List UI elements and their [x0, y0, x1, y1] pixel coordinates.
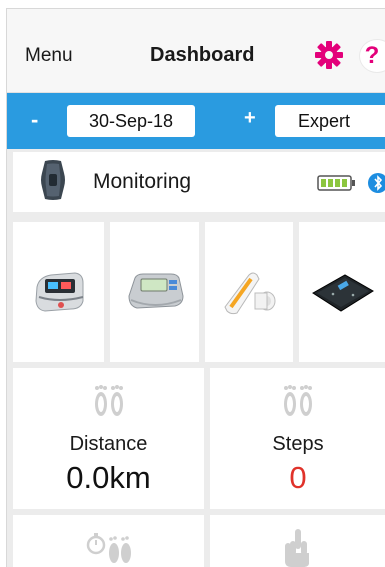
monitoring-row[interactable]: Monitoring [13, 152, 385, 212]
weighing-scale-icon [311, 274, 374, 312]
monitoring-label: Monitoring [93, 170, 192, 193]
footprints-icon [284, 385, 312, 416]
help-button[interactable]: ? [359, 39, 385, 73]
date-bar: - 30-Sep-18 + Expert [7, 93, 385, 149]
previous-day-button[interactable]: - [31, 107, 38, 133]
app-frame: Menu Dashboard ? - 30-Sep-18 + Expert Mo… [6, 8, 385, 567]
bluetooth-icon [368, 173, 385, 193]
distance-label: Distance [69, 433, 148, 455]
device-weighing-scale[interactable] [299, 222, 385, 362]
spirometer-icon [224, 272, 276, 315]
date-selector[interactable]: 30-Sep-18 [67, 105, 195, 137]
hand-icon [285, 529, 309, 567]
page-title: Dashboard [150, 44, 255, 66]
steps-label: Steps [272, 433, 324, 455]
next-day-button[interactable]: + [244, 107, 256, 130]
pulse-oximeter-icon [34, 272, 83, 312]
device-blood-pressure-monitor[interactable] [110, 222, 199, 362]
battery-icon [317, 175, 355, 191]
distance-value: 0.0km [66, 460, 151, 495]
device-spirometer[interactable] [205, 222, 293, 362]
distance-tile[interactable]: Distance 0.0km [13, 368, 204, 509]
gear-icon[interactable] [314, 40, 344, 70]
active-time-tile[interactable] [13, 515, 204, 567]
stopwatch-footprints-icon [86, 533, 131, 563]
devices-row [13, 222, 385, 362]
activity-tile[interactable] [210, 515, 385, 567]
menu-button[interactable]: Menu [25, 45, 73, 67]
device-pulse-oximeter[interactable] [13, 222, 104, 362]
steps-value: 0 [289, 460, 307, 495]
steps-tile[interactable]: Steps 0 [210, 368, 385, 509]
blood-pressure-monitor-icon [127, 273, 184, 309]
mode-selector[interactable]: Expert [275, 105, 385, 137]
fitness-band-icon [41, 160, 65, 200]
top-bar: Menu Dashboard ? [7, 9, 385, 93]
footprints-icon [94, 385, 123, 416]
